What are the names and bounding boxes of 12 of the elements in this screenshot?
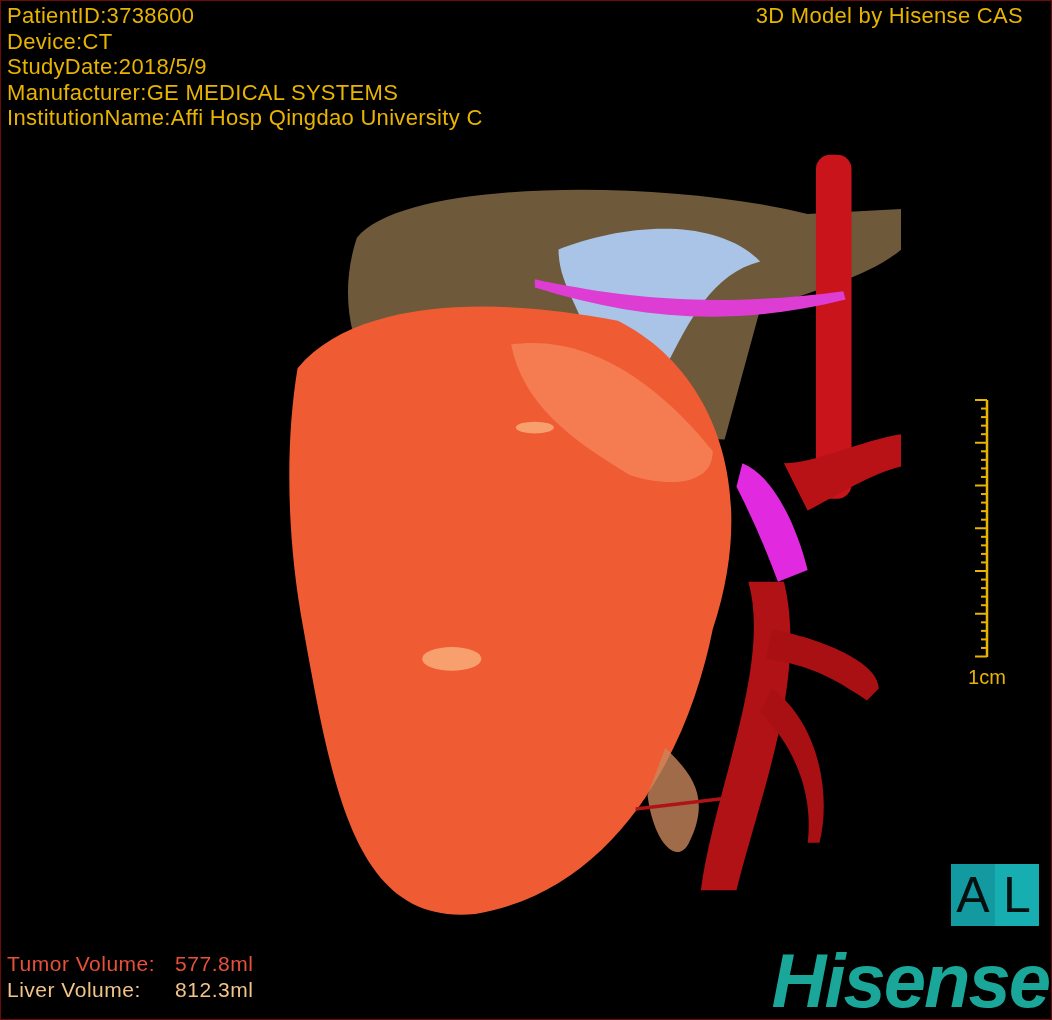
info-text: PatientID:3738600 (7, 3, 196, 29)
volume-value: 577.8ml (175, 951, 254, 977)
scale-label: 1cm (968, 665, 1006, 689)
info-text: InstitutionName:Affi Hosp Qingdao University C (7, 105, 483, 131)
credit-text: 3D Model by Hisense CAS (755, 3, 1023, 30)
logo: Hisense (771, 949, 1049, 1013)
info-text: Device:CT (7, 28, 114, 54)
info-text: StudyDate:2018/5/9 (7, 54, 208, 80)
info-text: Manufacturer:GE MEDICAL SYSTEMS (7, 79, 400, 105)
volume-value: 812.3ml (175, 977, 254, 1003)
volume-label: Liver Volume: (7, 977, 142, 1003)
volume-label: Tumor Volume: (7, 951, 156, 977)
